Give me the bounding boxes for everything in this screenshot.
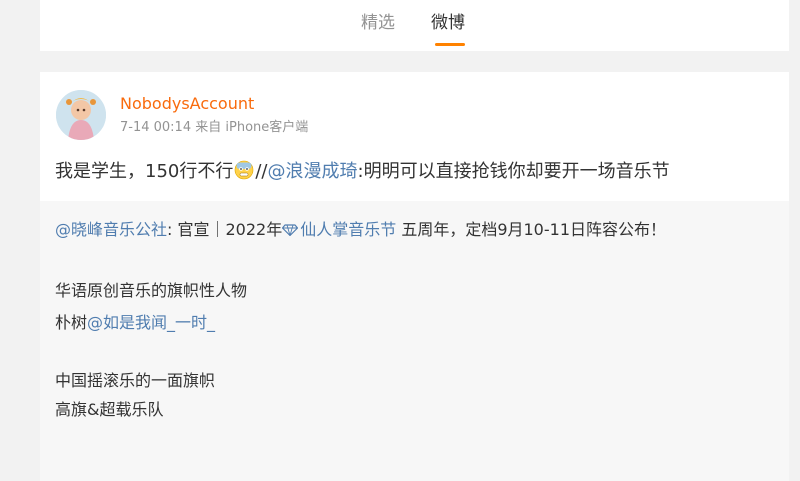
- post-text: 我是学生，150行不行 //@浪漫成琦:明明可以直接抢钱你却要开一场音乐节: [55, 159, 670, 185]
- post-source-prefix: 来自: [195, 120, 222, 135]
- scared-face-icon: [234, 160, 254, 180]
- repost-separator: //: [255, 161, 268, 182]
- avatar-image: [56, 90, 106, 140]
- repost-line3-prefix: 朴树: [55, 313, 88, 332]
- topic-link[interactable]: 仙人掌音乐节: [300, 220, 396, 239]
- repost-line-2: 华语原创音乐的旗帜性人物: [55, 281, 248, 300]
- mention-link[interactable]: @浪漫成琦: [268, 161, 358, 182]
- repost-line-1: @晓峰音乐公社: 官宣｜2022年 仙人掌音乐节 五周年，定档9月10-11日阵…: [55, 219, 666, 241]
- post-text-main: 我是学生，150行不行: [55, 161, 234, 182]
- active-tab-indicator: [435, 43, 465, 46]
- repost-line-3: 朴树@如是我闻_一时_: [55, 312, 215, 334]
- reposted-content[interactable]: @晓峰音乐公社: 官宣｜2022年 仙人掌音乐节 五周年，定档9月10-11日阵…: [40, 201, 789, 481]
- repost-line3-mention[interactable]: @如是我闻_一时_: [87, 313, 215, 332]
- tab-bar: 精选 微博: [40, 0, 789, 51]
- diamond-icon: [282, 220, 299, 238]
- avatar[interactable]: [56, 90, 106, 140]
- post-meta: 7-14 00:14 来自 iPhone客户端: [120, 120, 308, 136]
- post-text-after-mention: :明明可以直接抢钱你却要开一场音乐节: [357, 161, 670, 182]
- repost-line-5: 高旗&超载乐队: [55, 400, 164, 419]
- post-card: NobodysAccount 7-14 00:14 来自 iPhone客户端 我…: [40, 72, 789, 481]
- post-source[interactable]: iPhone客户端: [225, 120, 308, 135]
- repost-line-4: 中国摇滚乐的一面旗帜: [55, 371, 216, 390]
- repost-author-link[interactable]: @晓峰音乐公社: [55, 220, 167, 239]
- post-username[interactable]: NobodysAccount: [120, 94, 254, 114]
- repost-line1-tail: 五周年，定档9月10-11日阵容公布！: [396, 220, 666, 239]
- tab-jingxuan[interactable]: 精选: [361, 12, 395, 34]
- post-timestamp[interactable]: 7-14 00:14: [120, 120, 191, 135]
- tab-weibo[interactable]: 微博: [431, 12, 465, 34]
- repost-line1-text: : 官宣｜2022年: [167, 220, 283, 239]
